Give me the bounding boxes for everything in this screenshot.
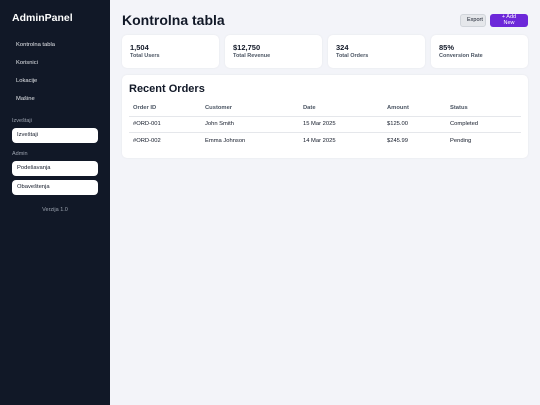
brand-logo: AdminPanel [12, 12, 73, 24]
stat-card-revenue: $12,750 Total Revenue [225, 35, 322, 68]
stat-card-orders: 324 Total Orders [328, 35, 425, 68]
orders-table: Order ID Customer Date Amount Status #OR… [129, 101, 521, 149]
order-id-cell: #ORD-002 [133, 138, 161, 144]
sidebar-nav: Kontrolna tabla Korisnici Lokacije Mašin… [8, 40, 102, 112]
export-button[interactable]: Export [460, 13, 486, 27]
top-bar: Kontrolna tabla Export + Add New [122, 12, 528, 28]
order-id-cell: #ORD-001 [129, 116, 201, 133]
page-title: Kontrolna tabla [122, 12, 225, 28]
status-cell: Completed [446, 116, 521, 133]
sidebar-item-locations[interactable]: Lokacije [8, 76, 102, 94]
date-cell: 15 Mar 2025 [299, 116, 383, 133]
stat-value: 85% [439, 43, 455, 52]
status-cell: Pending [450, 138, 472, 144]
column-header-date: Date [299, 101, 383, 117]
amount-cell: $245.99 [387, 138, 408, 144]
column-header-amount: Amount [383, 101, 446, 117]
table-row[interactable]: #ORD-002 Emma Johnson 14 Mar 2025 $245.9… [129, 133, 521, 150]
version-label: Verzija 1.0 [42, 207, 68, 213]
sidebar-item-users[interactable]: Korisnici [8, 58, 102, 76]
sidebar-item-reports[interactable]: Izveštaji [12, 128, 98, 143]
stat-label: Total Users [130, 53, 160, 59]
stat-value: 324 [336, 43, 349, 52]
customer-cell: Emma Johnson [205, 138, 246, 144]
recent-orders-title: Recent Orders [129, 83, 205, 95]
stat-value: $12,750 [233, 43, 261, 52]
header-actions: Export + Add New [460, 13, 528, 27]
sidebar-item-dashboard[interactable]: Kontrolna tabla [8, 40, 102, 58]
stat-card-users: 1,504 Total Users [122, 35, 219, 68]
customer-cell: John Smith [201, 116, 299, 133]
stat-label: Total Revenue [233, 53, 271, 59]
stat-label: Conversion Rate [439, 53, 483, 59]
amount-cell: $125.00 [383, 116, 446, 133]
table-header-row: Order ID Customer Date Amount Status [129, 101, 521, 117]
stat-value: 1,504 [130, 43, 149, 52]
admin-section-label: Admin [12, 151, 28, 157]
column-header-order-id: Order ID [129, 101, 201, 117]
recent-orders-card: Recent Orders Order ID Customer Date Amo… [122, 75, 528, 158]
stat-card-conversion: 85% Conversion Rate [431, 35, 528, 68]
sidebar-item-machines[interactable]: Mašine [8, 94, 102, 112]
column-header-customer: Customer [201, 101, 299, 117]
stat-label: Total Orders [336, 53, 369, 59]
add-new-button[interactable]: + Add New [490, 13, 528, 27]
column-header-status: Status [446, 101, 521, 117]
main-content: Kontrolna tabla Export + Add New 1,504 T… [110, 0, 540, 405]
reports-section-label: Izveštaji [12, 118, 32, 124]
sidebar-item-notifications[interactable]: Obaveštenja [12, 180, 98, 195]
sidebar-item-settings[interactable]: Podešavanja [12, 161, 98, 176]
table-row[interactable]: #ORD-001 John Smith 15 Mar 2025 $125.00 … [129, 116, 521, 133]
date-cell: 14 Mar 2025 [303, 138, 336, 144]
sidebar: AdminPanel Kontrolna tabla Korisnici Lok… [0, 0, 110, 405]
stats-row: 1,504 Total Users $12,750 Total Revenue … [122, 35, 528, 68]
